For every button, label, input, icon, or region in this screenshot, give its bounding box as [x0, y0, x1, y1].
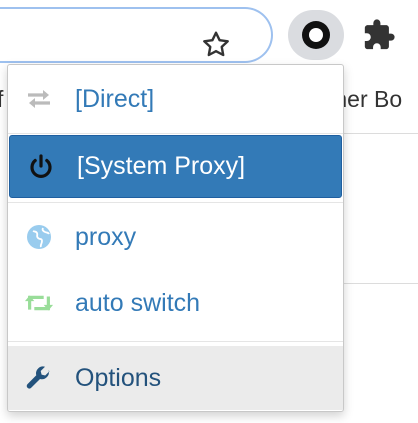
switchyomega-extension-button[interactable] — [288, 10, 344, 60]
menu-divider — [8, 202, 343, 203]
retweet-icon — [24, 288, 54, 318]
proxy-switch-menu: [Direct] [System Proxy] proxy auto switc… — [7, 64, 344, 412]
menu-item-direct[interactable]: [Direct] — [8, 67, 343, 131]
power-icon — [26, 152, 56, 182]
menu-item-label: proxy — [75, 222, 137, 251]
page-text-left: f — [0, 86, 4, 112]
star-outline-icon[interactable] — [200, 29, 232, 61]
switchyomega-ring-icon — [302, 21, 330, 49]
page-divider — [344, 133, 418, 134]
menu-divider — [8, 133, 343, 134]
page-divider — [344, 283, 418, 284]
menu-divider — [8, 341, 343, 342]
arrows-swap-icon — [24, 84, 54, 114]
menu-item-label: Options — [75, 363, 162, 392]
browser-window: f ther Bo [Direct] [System Proxy] proxy … — [0, 0, 418, 423]
puzzle-icon[interactable] — [362, 18, 396, 52]
menu-item-options[interactable]: Options — [8, 346, 343, 410]
menu-item-auto-switch[interactable]: auto switch — [8, 270, 343, 336]
menu-item-label: [Direct] — [75, 84, 155, 113]
menu-item-label: auto switch — [75, 288, 201, 317]
globe-icon — [24, 222, 54, 252]
menu-item-label: [System Proxy] — [77, 152, 246, 180]
menu-item-system-proxy[interactable]: [System Proxy] — [9, 135, 342, 198]
wrench-icon — [24, 363, 54, 393]
address-bar[interactable] — [0, 7, 273, 63]
menu-item-proxy[interactable]: proxy — [8, 205, 343, 269]
